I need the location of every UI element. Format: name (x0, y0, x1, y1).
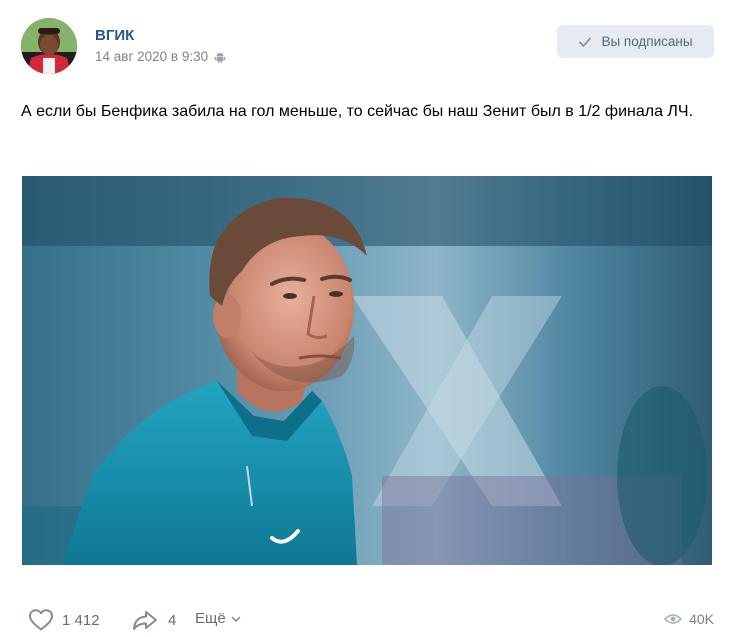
share-count: 4 (168, 611, 177, 629)
more-label: Ещё (195, 610, 226, 627)
like-button[interactable]: 1 412 (20, 608, 100, 632)
heart-icon (28, 608, 54, 632)
chevron-down-icon (231, 614, 241, 624)
post-photo[interactable] (22, 176, 712, 565)
post-actions: 1 412 4 Ещё 40K (0, 596, 730, 636)
post-text: А если бы Бенфика забила на гол меньше, … (21, 103, 694, 120)
eye-icon (664, 613, 683, 625)
post-meta: 14 авг 2020 в 9:30 (95, 49, 226, 64)
share-button[interactable]: 4 (122, 608, 176, 632)
android-icon (214, 51, 226, 63)
share-arrow-icon (131, 608, 159, 632)
author-name[interactable]: ВГИК (95, 27, 134, 44)
wall-post: ВГИК 14 авг 2020 в 9:30 Вы подписаны А е… (0, 0, 730, 637)
views-counter: 40K (664, 611, 714, 627)
subscribed-button[interactable]: Вы подписаны (557, 25, 714, 58)
views-count: 40K (689, 611, 714, 627)
subscribed-button-label: Вы подписаны (601, 34, 693, 49)
author-avatar[interactable] (21, 18, 77, 74)
like-count: 1 412 (62, 611, 100, 629)
check-icon (578, 35, 592, 49)
post-date[interactable]: 14 авг 2020 в 9:30 (95, 49, 208, 64)
more-button[interactable]: Ещё (195, 610, 241, 627)
